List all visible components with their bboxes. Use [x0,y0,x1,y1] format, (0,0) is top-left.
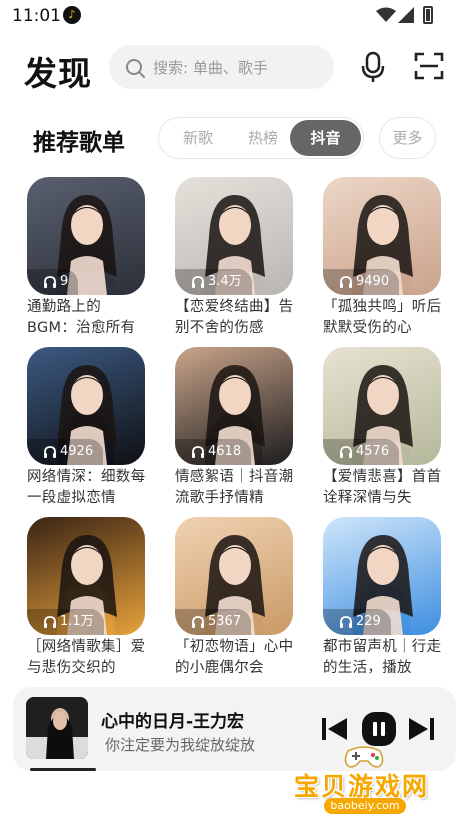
playlist-card[interactable]: 9 通勤路上的BGM：治愈所有 [27,177,147,339]
headphones-icon [340,446,352,458]
song-title: 心中的日月-王力宏 [101,712,245,732]
microphone-icon[interactable] [360,51,386,83]
section-title: 推荐歌单 [33,130,125,156]
playlist-cover[interactable]: 4618 [175,347,293,465]
playlist-cover[interactable]: 9 [27,177,145,295]
mini-player[interactable]: 心中的日月-王力宏 你注定要为我绽放绽放 [13,687,456,771]
status-bar: 11:01 ♪ [0,0,469,32]
playback-progress [30,768,96,771]
headphones-icon [44,446,56,458]
lyric-line: 你注定要为我绽放绽放 [105,736,256,754]
play-count-value: 4576 [356,444,390,459]
play-count: 4618 [175,439,252,465]
playlist-title[interactable]: 都市留声机｜行走的生活，播放 [323,637,443,679]
playlist-title[interactable]: ［网络情歌集］爱与悲伤交织的 [27,637,147,679]
play-count-value: 4926 [60,444,94,459]
play-count-value: 9490 [356,274,390,289]
playlist-title[interactable]: 通勤路上的BGM：治愈所有 [27,297,147,339]
play-count-value: 5367 [208,614,242,629]
headphones-icon [44,616,56,628]
next-track-icon[interactable] [407,714,437,744]
play-count-value: 4618 [208,444,242,459]
status-time: 11:01 [12,6,61,26]
play-count: 4926 [27,439,104,465]
play-count: 9 [27,269,79,295]
search-icon [126,59,145,78]
album-art[interactable] [26,697,88,759]
play-count-value: 229 [356,614,381,629]
headphones-icon [340,276,352,288]
playlist-title[interactable]: 【恋爱终结曲】告别不舍的伤感 [175,297,295,339]
page-title: 发现 [24,54,92,93]
playlist-title[interactable]: 「初恋物语」心中的小鹿偶尔会 [175,637,295,679]
playlist-cover[interactable]: 1.1万 [27,517,145,635]
play-count-value: 1.1万 [60,614,94,629]
tab-new-songs[interactable]: 新歌 [173,118,223,158]
play-count: 229 [323,609,391,635]
signal-icon [398,7,414,23]
play-count-value: 3.4万 [208,274,242,289]
headphones-icon [192,616,204,628]
more-button[interactable]: 更多 [379,117,436,159]
playlist-card[interactable]: 3.4万【恋爱终结曲】告别不舍的伤感 [175,177,295,339]
playlist-card[interactable]: 4576 【爱情悲喜】首首诠释深情与失 [323,347,443,509]
search-input[interactable]: 搜索: 单曲、歌手 [109,45,334,89]
playlist-title[interactable]: 「孤独共鸣」听后默默受伤的心 [323,297,443,339]
playlist-cover[interactable]: 229 [323,517,441,635]
playlist-title[interactable]: 【爱情悲喜】首首诠释深情与失 [323,467,443,509]
play-count: 4576 [323,439,400,465]
headphones-icon [44,276,56,288]
play-count-value: 9 [60,274,69,289]
pause-button[interactable] [361,711,397,747]
tiktok-notification-icon: ♪ [63,6,81,24]
tab-douyin[interactable]: 抖音 [290,120,361,156]
tab-group: 新歌 热榜 抖音 [158,117,364,159]
scan-icon[interactable] [414,51,444,81]
watermark-logo: 宝贝游戏网 baobeiy.com [290,746,438,831]
playlist-cover[interactable]: 5367 [175,517,293,635]
playlist-cover[interactable]: 9490 [323,177,441,295]
battery-icon [423,6,433,24]
playlist-card[interactable]: 5367 「初恋物语」心中的小鹿偶尔会 [175,517,295,679]
playlist-title[interactable]: 网络情深：细数每一段虚拟恋情 [27,467,147,509]
gamepad-icon [344,746,384,768]
playlist-card[interactable]: 229 都市留声机｜行走的生活，播放 [323,517,443,679]
playlist-card[interactable]: 4926 网络情深：细数每一段虚拟恋情 [27,347,147,509]
headphones-icon [192,276,204,288]
tab-hot-chart[interactable]: 热榜 [235,118,291,158]
previous-track-icon[interactable] [319,714,349,744]
playlist-card[interactable]: 4618 情感絮语｜抖音潮流歌手抒情精 [175,347,295,509]
watermark-url: baobeiy.com [324,798,406,814]
playlist-cover[interactable]: 4576 [323,347,441,465]
play-count: 9490 [323,269,400,295]
play-count: 3.4万 [175,269,252,295]
playlist-cover[interactable]: 3.4万 [175,177,293,295]
play-count: 1.1万 [27,609,104,635]
play-count: 5367 [175,609,252,635]
playlist-title[interactable]: 情感絮语｜抖音潮流歌手抒情精 [175,467,295,509]
playlist-cover[interactable]: 4926 [27,347,145,465]
playlist-card[interactable]: 1.1万 ［网络情歌集］爱与悲伤交织的 [27,517,147,679]
search-placeholder: 搜索: 单曲、歌手 [153,59,268,77]
headphones-icon [192,446,204,458]
album-art-image [26,697,88,759]
wifi-icon [376,7,396,22]
headphones-icon [340,616,352,628]
playlist-card[interactable]: 9490 「孤独共鸣」听后默默受伤的心 [323,177,443,339]
